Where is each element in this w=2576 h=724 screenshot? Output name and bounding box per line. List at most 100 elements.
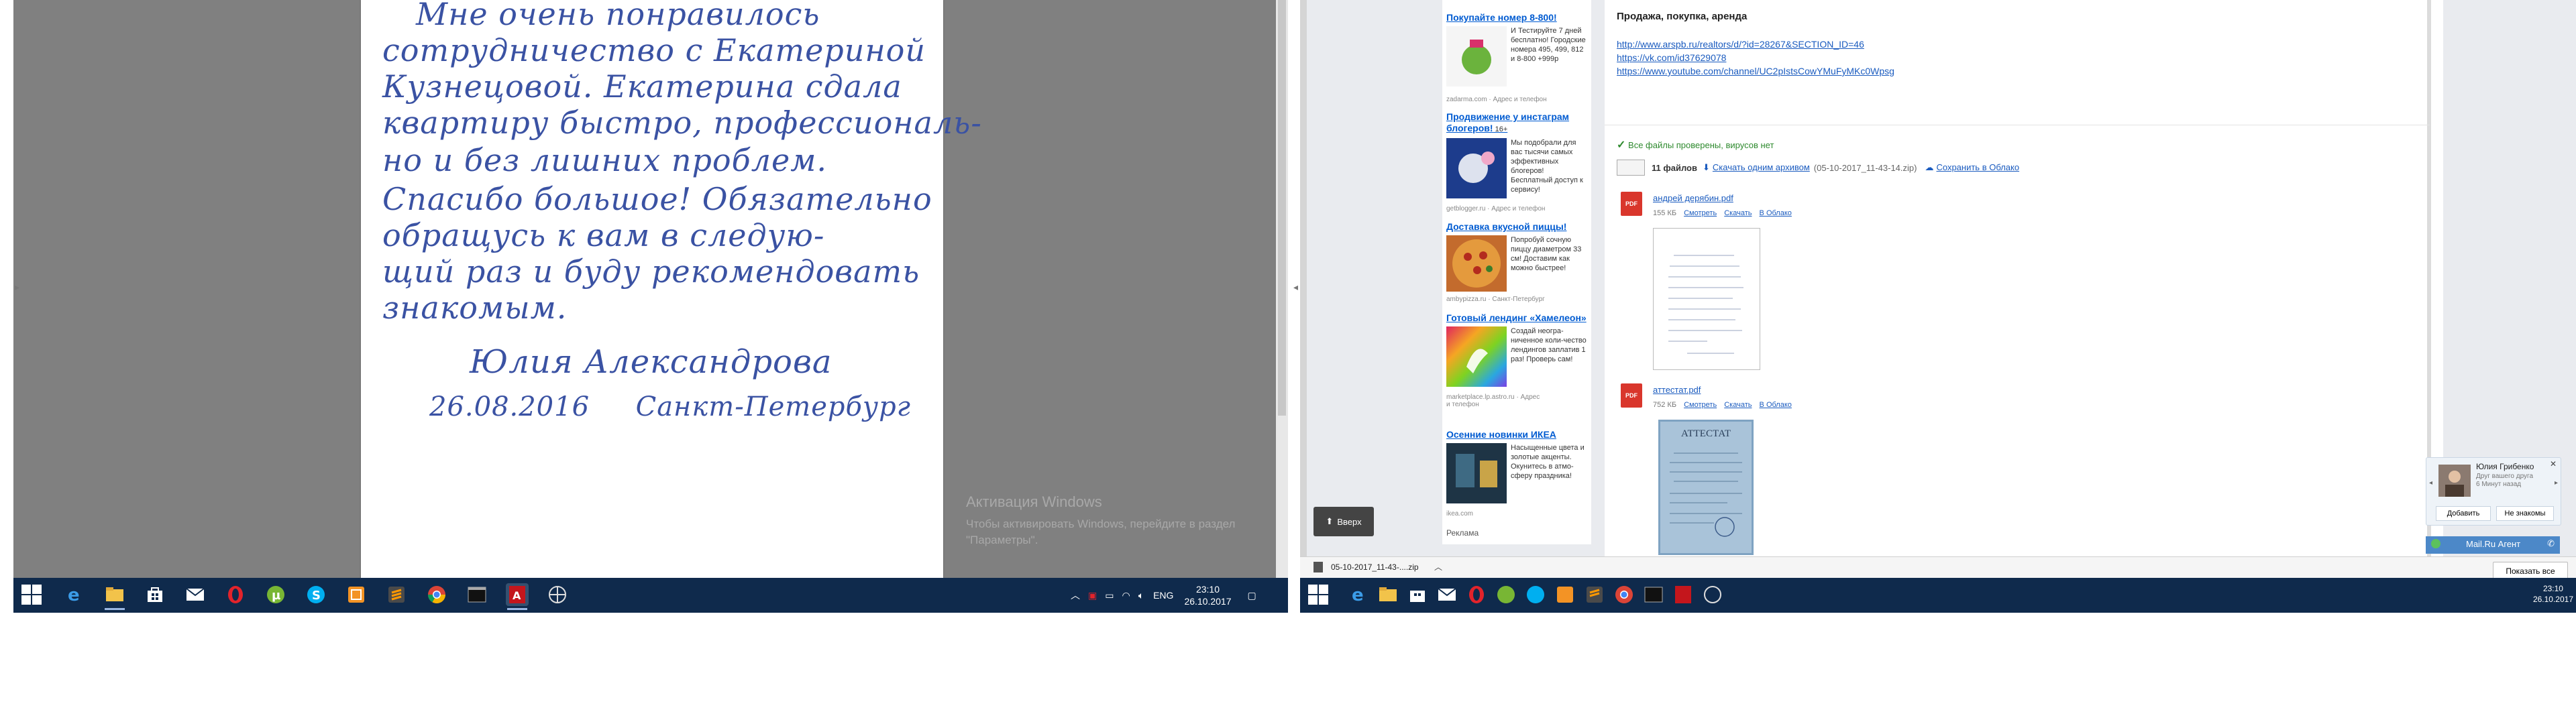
chrome-icon[interactable] (1613, 583, 1635, 606)
attachment-size: 752 КБ (1653, 401, 1677, 409)
right-edge-arrow-icon[interactable]: ◂ (1293, 282, 1298, 293)
opera-icon[interactable] (1465, 583, 1488, 606)
attachment-item[interactable]: PDF (1621, 192, 1642, 216)
attachment-item[interactable]: PDF (1621, 383, 1642, 408)
ad-item[interactable]: Покупайте номер 8-800! И Тестируйте 7 дн… (1446, 12, 1589, 103)
attachment-preview[interactable]: АТТЕСТАТ (1658, 420, 1754, 555)
chrome-icon[interactable] (425, 583, 448, 606)
skype-icon[interactable] (1524, 583, 1547, 606)
phone-icon[interactable]: ✆ (2547, 538, 2555, 549)
app-orange-icon[interactable] (1554, 583, 1576, 606)
download-link[interactable]: Скачать (1724, 209, 1752, 217)
chevron-up-icon[interactable]: ︿ (1434, 561, 1442, 572)
notification-name[interactable]: Юлия Грибенко (2476, 462, 2534, 471)
start-button[interactable] (1307, 583, 1330, 606)
chevron-right-icon[interactable]: ▸ (2555, 479, 2558, 487)
cloud-link[interactable]: В Облако (1760, 209, 1792, 217)
taskbar-right: e 23:10 26.10.2017 (1300, 578, 2576, 613)
utorrent-icon[interactable]: µ (264, 583, 287, 606)
decline-button[interactable]: Не знакомы (2496, 506, 2554, 521)
mail-agent-bar[interactable]: Mail.Ru Агент ✆ (2426, 536, 2560, 554)
clock[interactable]: 23:10 26.10.2017 (1184, 583, 1231, 607)
view-link[interactable]: Смотреть (1684, 401, 1717, 409)
pdf-scrollbar[interactable] (1276, 0, 1288, 578)
network-app-icon[interactable] (1701, 583, 1724, 606)
edge-browser-icon[interactable]: e (63, 583, 86, 606)
ad-item[interactable]: Продвижение у инстаграм блогеров! 16+ Мы… (1446, 111, 1589, 213)
tray-expand-icon[interactable]: ︿ (1071, 589, 1080, 602)
clock[interactable]: 23:10 26.10.2017 (2533, 583, 2573, 605)
opera-icon[interactable] (224, 583, 247, 606)
letter-line-3: Кузнецовой. Екатерина сдала (382, 68, 902, 105)
ad-title[interactable]: Готовый лендинг «Хамелеон» (1446, 312, 1589, 324)
ad-image (1446, 138, 1507, 198)
mail-link[interactable]: https://www.youtube.com/channel/UC2pIsts… (1617, 64, 1894, 78)
attachment-name[interactable]: андрей дерябин.pdf (1653, 193, 1733, 203)
scroll-up-button[interactable]: ⬆ Вверх (1313, 507, 1374, 536)
download-link[interactable]: Скачать (1724, 401, 1752, 409)
ad-item[interactable]: Готовый лендинг «Хамелеон» Создай неогра… (1446, 312, 1589, 408)
mail-link[interactable]: http://www.arspb.ru/realtors/d/?id=28267… (1617, 38, 1894, 51)
ad-text: Создай неогра-ниченное коли-чество ленди… (1511, 327, 1587, 363)
ad-title-text[interactable]: Продвижение у инстаграм блогеров! (1446, 111, 1569, 133)
network-app-icon[interactable] (546, 583, 569, 606)
ad-text: Насыщенные цвета и золотые акценты. Окун… (1511, 444, 1585, 480)
attachment-name[interactable]: аттестат.pdf (1653, 385, 1701, 395)
volume-icon[interactable]: 🔈︎ (1138, 590, 1144, 601)
view-mode-icon[interactable] (1617, 160, 1645, 176)
console-icon[interactable] (1642, 583, 1665, 606)
mail-link[interactable]: https://vk.com/id37629078 (1617, 51, 1894, 64)
app-sublime-icon[interactable] (385, 583, 408, 606)
svg-text:A: A (513, 589, 521, 602)
store-icon[interactable] (1406, 583, 1429, 606)
date-place: 26.08.2016 Санкт-Петербург (429, 391, 911, 422)
ad-image (1446, 326, 1507, 387)
file-explorer-icon[interactable] (103, 583, 126, 610)
attachment-info: аттестат.pdf 752 КБ Смотреть Скачать В О… (1653, 383, 1792, 409)
tray-app-icon[interactable]: ▣ (1088, 590, 1097, 601)
add-friend-button[interactable]: Добавить (2436, 506, 2491, 521)
start-button[interactable] (20, 583, 43, 606)
language-indicator[interactable]: ENG (1153, 590, 1173, 601)
edge-browser-icon[interactable]: e (1347, 583, 1370, 606)
ad-title[interactable]: Доставка вкусной пиццы! (1446, 221, 1589, 233)
letter-line-5: но и без лишних проблем. (382, 142, 827, 178)
chevron-left-icon[interactable]: ◂ (2429, 479, 2432, 487)
mail-icon[interactable] (1436, 583, 1458, 606)
ad-title[interactable]: Продвижение у инстаграм блогеров! 16+ (1446, 111, 1589, 135)
view-link[interactable]: Смотреть (1684, 209, 1717, 217)
app-sublime-icon[interactable] (1583, 583, 1606, 606)
app-orange-icon[interactable] (345, 583, 368, 606)
ad-title[interactable]: Покупайте номер 8-800! (1446, 12, 1589, 23)
ad-item[interactable]: Доставка вкусной пиццы! Попробуй сочную … (1446, 221, 1589, 303)
download-all-link[interactable]: Скачать одним архивом (1713, 161, 1810, 174)
store-icon[interactable] (144, 583, 166, 606)
clock-time: 23:10 (2542, 584, 2563, 593)
cloud-link[interactable]: В Облако (1760, 401, 1792, 409)
wifi-icon[interactable]: ◠ (1122, 590, 1130, 601)
file-explorer-icon[interactable] (1377, 583, 1399, 606)
acrobat-reader-icon[interactable]: A (506, 583, 529, 610)
save-to-cloud-link[interactable]: Сохранить в Облако (1936, 161, 2019, 174)
skype-icon[interactable]: S (305, 583, 327, 606)
left-edge-arrow-icon[interactable]: ▸ (15, 282, 19, 293)
mail-icon[interactable] (184, 583, 207, 606)
console-icon[interactable] (466, 583, 488, 606)
close-icon[interactable]: ✕ (2550, 459, 2557, 469)
activation-text-2: "Параметры". (966, 534, 1038, 546)
avatar[interactable] (2438, 465, 2471, 497)
download-icon: ⬇ (1702, 162, 1710, 172)
attachment-preview[interactable] (1653, 228, 1760, 370)
ads-footer[interactable]: Реклама (1446, 528, 1479, 538)
scrollbar-thumb[interactable] (1278, 0, 1286, 416)
ad-item[interactable]: Осенние новинки ИКЕА Насыщенные цвета и … (1446, 429, 1589, 518)
acrobat-reader-icon[interactable] (1672, 583, 1695, 606)
ad-source: zadarma.com · Адрес и телефон (1446, 96, 1547, 103)
notifications-icon[interactable]: ▢ (1248, 590, 1256, 601)
clock-date: 26.10.2017 (2532, 595, 2573, 604)
download-item[interactable]: 05-10-2017_11-43-....zip (1331, 562, 1419, 572)
utorrent-icon[interactable] (1495, 583, 1517, 606)
battery-icon[interactable]: ▭ (1105, 590, 1114, 601)
agent-label: Mail.Ru Агент (2466, 539, 2521, 549)
ad-title[interactable]: Осенние новинки ИКЕА (1446, 429, 1589, 440)
